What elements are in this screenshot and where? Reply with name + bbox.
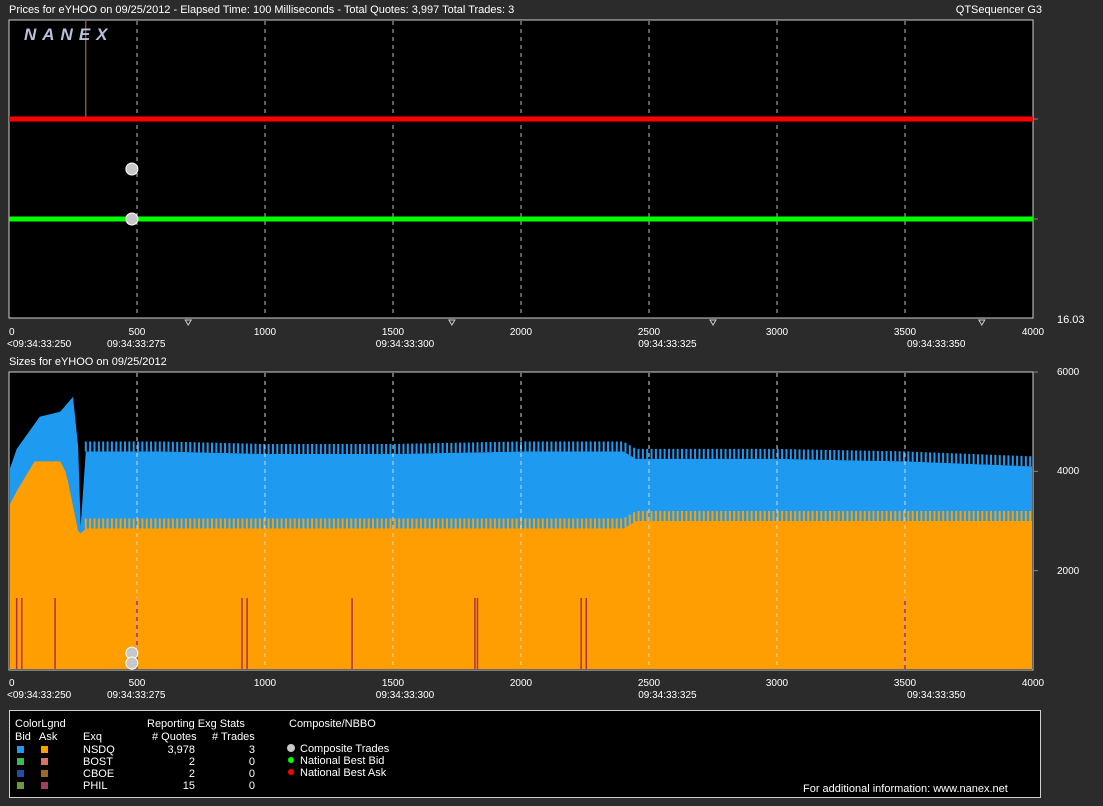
cboe-bid-swatch bbox=[17, 770, 24, 777]
nsdq-bid-swatch bbox=[17, 746, 24, 753]
national-best-ask-icon bbox=[288, 769, 294, 775]
legend-exchange-name: PHIL bbox=[83, 780, 108, 792]
legend-exchange-name: NSDQ bbox=[83, 744, 115, 756]
sizes-y-tick-label: 6000 bbox=[1057, 367, 1080, 378]
legend-ask-header: Ask bbox=[39, 731, 58, 743]
sizes-chart bbox=[8, 371, 1038, 671]
legend-quotes-header: # Quotes bbox=[152, 731, 197, 743]
composite-trades-icon bbox=[287, 744, 295, 752]
sizes-time-label: 09:34:33:275 bbox=[107, 690, 166, 701]
legend-trade-count: 0 bbox=[248, 780, 255, 792]
legend-trade-count: 0 bbox=[248, 756, 255, 768]
sizes-x-tick-label: 4000 bbox=[1021, 678, 1045, 689]
cboe-ask-swatch bbox=[41, 770, 48, 777]
legend-exchange-name: BOST bbox=[83, 756, 113, 768]
legend-quote-count: 3,978 bbox=[167, 744, 195, 756]
national-best-bid-icon bbox=[288, 757, 294, 763]
sizes-y-tick-label: 2000 bbox=[1057, 565, 1080, 577]
legend-quote-count: 2 bbox=[188, 756, 195, 768]
legend-colorlgnd-header: ColorLgnd bbox=[15, 718, 66, 730]
composite-trades-label: Composite Trades bbox=[300, 743, 390, 755]
legend-quote-count: 15 bbox=[182, 780, 195, 792]
legend-composite-header: Composite/NBBO bbox=[289, 718, 376, 730]
phil-ask-swatch bbox=[41, 782, 48, 789]
sizes-x-tick-label: 2000 bbox=[509, 678, 533, 689]
bost-ask-swatch bbox=[41, 758, 48, 765]
nsdq-ask-swatch bbox=[41, 746, 48, 753]
legend-trades-header: # Trades bbox=[212, 731, 255, 743]
national-best-bid-label: National Best Bid bbox=[300, 755, 385, 767]
composite-trade-point bbox=[125, 656, 139, 670]
legend-panel: ColorLgnd Bid Ask Exq Reporting Exg Stat… bbox=[9, 710, 1041, 798]
sizes-x-tick-label: 1000 bbox=[253, 678, 277, 689]
bost-bid-swatch bbox=[17, 758, 24, 765]
legend-quote-count: 2 bbox=[188, 768, 195, 780]
legend-reporting-header: Reporting Exg Stats bbox=[147, 718, 245, 730]
sizes-time-label: 09:34:33:300 bbox=[375, 690, 435, 701]
sizes-time-label: 09:34:33:350 bbox=[907, 690, 966, 701]
legend-trade-count: 3 bbox=[248, 744, 255, 756]
sizes-time-label: 09:34:33:325 bbox=[638, 690, 697, 701]
legend-exq-header: Exq bbox=[83, 731, 102, 743]
phil-bid-swatch bbox=[17, 782, 24, 789]
legend-trade-count: 0 bbox=[248, 768, 255, 780]
national-best-ask-label: National Best Ask bbox=[300, 767, 387, 779]
sizes-time-label: <09:34:33:250 bbox=[7, 690, 72, 701]
sizes-x-tick-label: 3000 bbox=[765, 678, 789, 689]
legend-exchange-name: CBOE bbox=[83, 768, 115, 780]
sizes-y-tick-label: 4000 bbox=[1057, 466, 1080, 478]
legend-bid-header: Bid bbox=[15, 731, 31, 743]
footer-info: For additional information: www.nanex.ne… bbox=[803, 783, 1008, 795]
